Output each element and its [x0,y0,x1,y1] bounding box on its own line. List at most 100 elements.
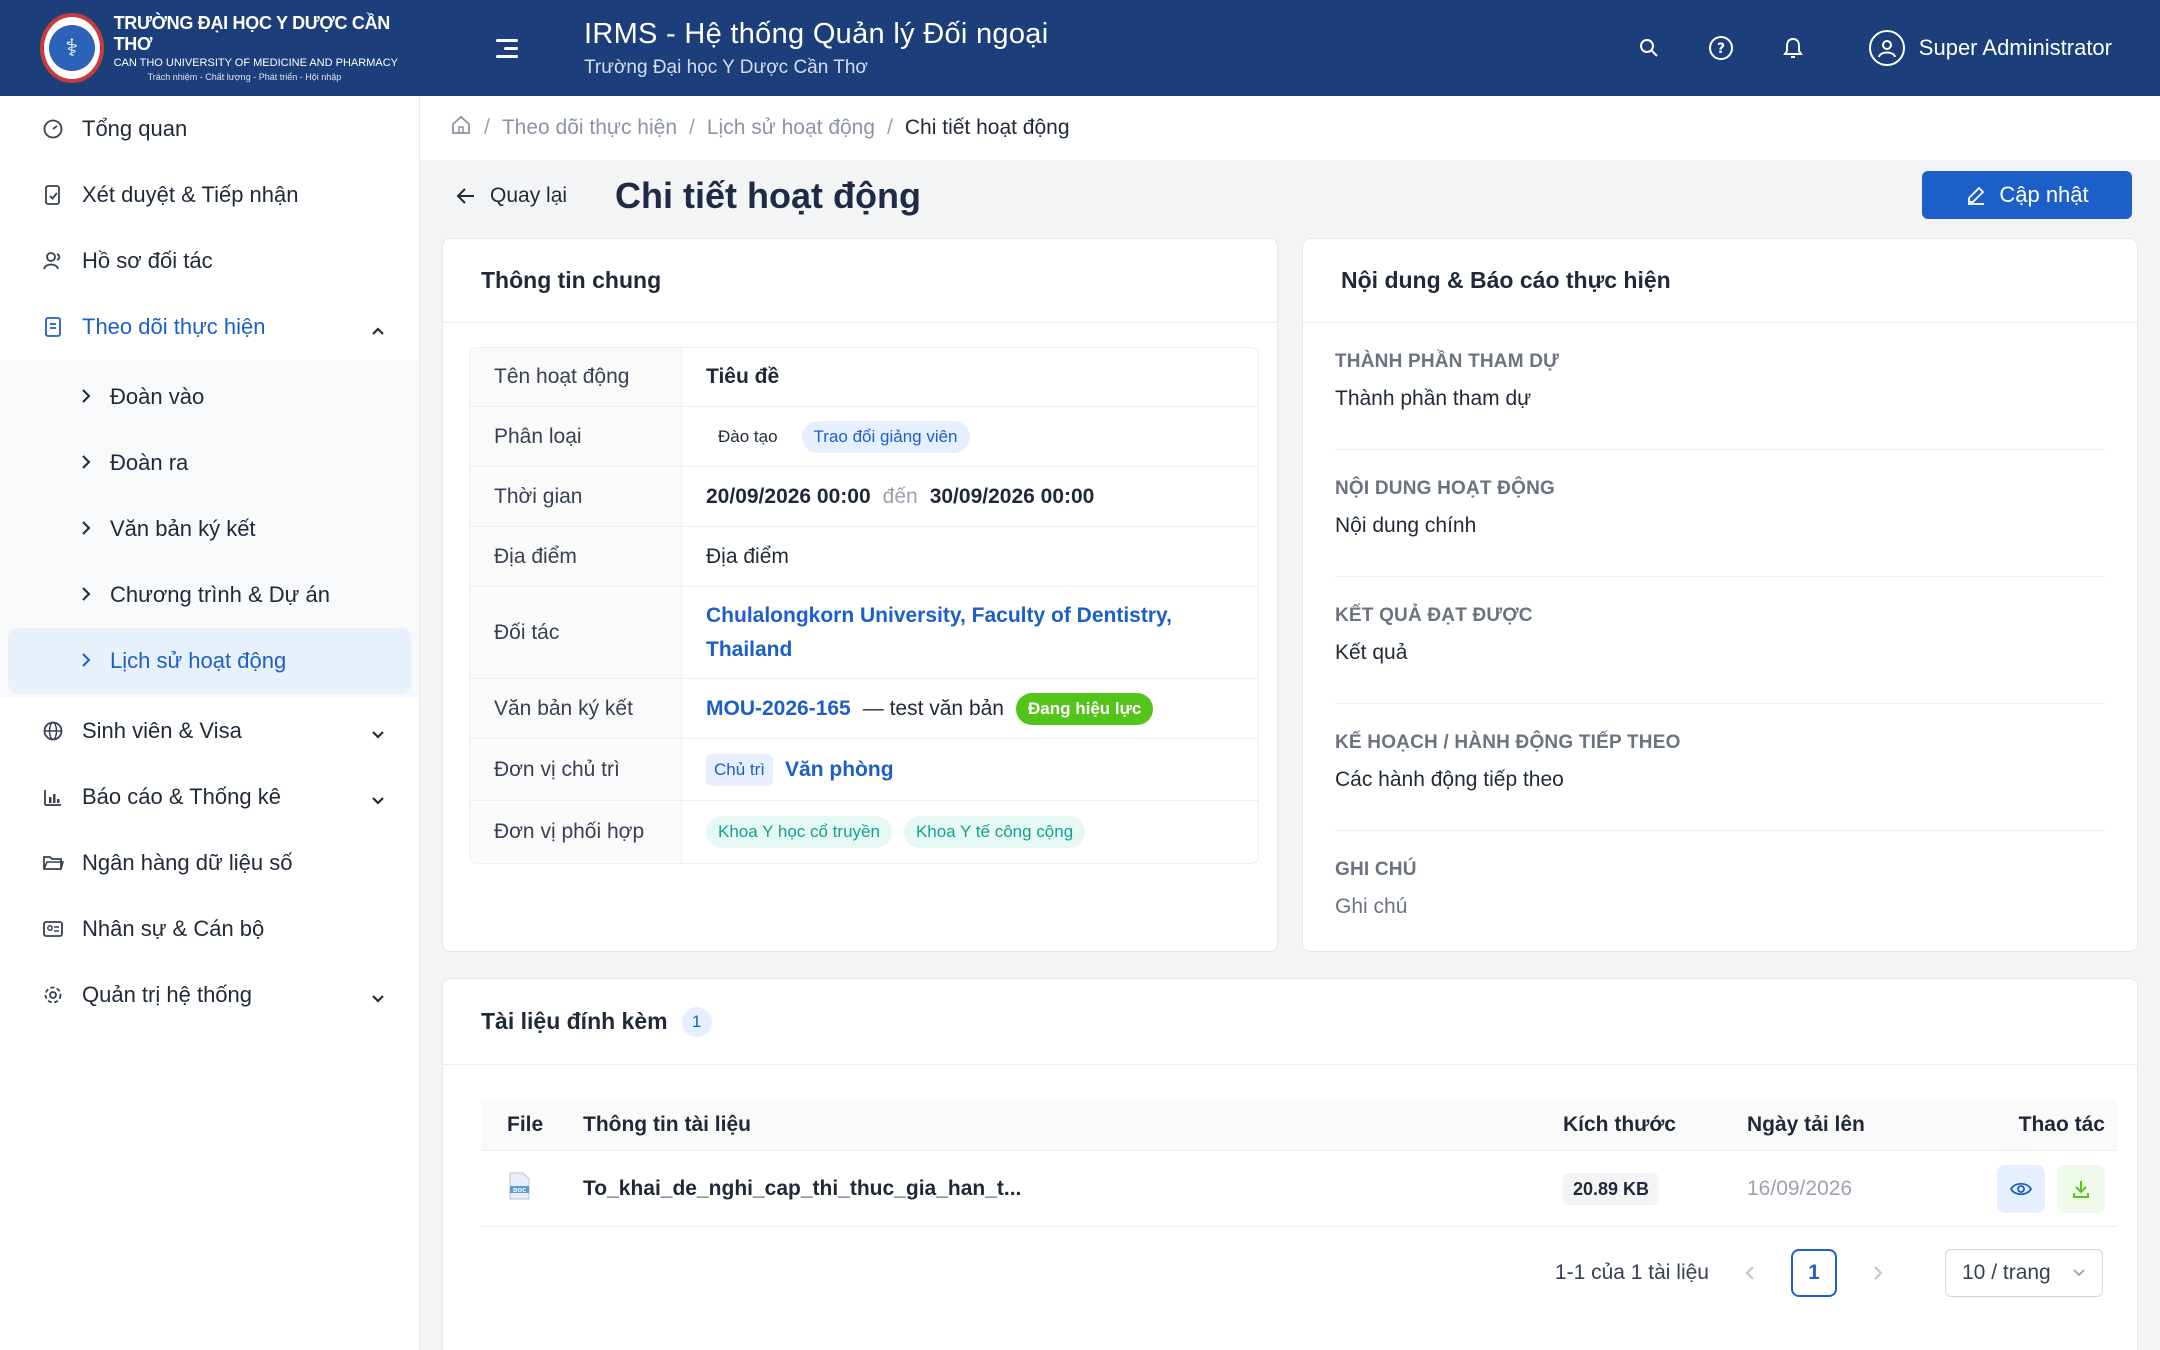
table-row: DOC To_khai_de_nghi_cap_thi_thuc_gia_han… [481,1151,2117,1227]
sidebar-item-system-admin[interactable]: Quản trị hệ thống [0,962,419,1028]
sidebar-subitem-label: Lịch sử hoạt động [110,648,287,673]
label-partner: Đối tác [470,587,682,678]
section-value: Các hành động tiếp theo [1335,768,1564,791]
file-size: 20.89 KB [1563,1172,1660,1205]
label-agreement: Văn bản ký kết [470,679,682,738]
main-content: / Theo dõi thực hiện / Lịch sử hoạt động… [420,96,2160,1350]
activity-name: Tiêu đề [706,365,780,388]
page-size-value: 10 / trang [1962,1261,2051,1284]
sidebar-item-students-visa[interactable]: Sinh viên & Visa [0,698,419,764]
host-unit-name[interactable]: Văn phòng [785,758,894,782]
time-end: 30/09/2026 00:00 [929,484,1095,508]
report-card: Nội dung & Báo cáo thực hiện THÀNH PHẦN … [1302,238,2138,952]
page-number-button[interactable]: 1 [1791,1249,1837,1297]
attachments-table: File Thông tin tài liệu Kích thước Ngày … [481,1099,2117,1227]
category-tag: Trao đổi giảng viên [801,420,970,453]
section-label: NỘI DUNG HOẠT ĐỘNG [1335,478,1555,499]
update-button[interactable]: Cập nhật [1922,171,2132,219]
column-header-actions: Thao tác [2018,1112,2105,1136]
sidebar-item-label: Theo dõi thực hiện [82,314,266,339]
chevron-right-icon [80,384,92,410]
column-header-upload-date: Ngày tải lên [1747,1112,1865,1136]
sidebar-item-review[interactable]: Xét duyệt & Tiếp nhận [0,162,419,228]
page-size-select[interactable]: 10 / trang [1945,1249,2103,1297]
agreement-description: — test văn bản [862,696,1004,720]
sidebar-item-partners[interactable]: Hồ sơ đối tác [0,228,419,294]
sidebar-item-label: Quản trị hệ thống [82,982,253,1007]
report-section-next-steps: KẾ HOẠCH / HÀNH ĐỘNG TIẾP THEO Các hành … [1335,704,2105,831]
section-value: Kết quả [1335,641,1408,664]
sidebar-item-tracking[interactable]: Theo dõi thực hiện [0,294,419,360]
category-tag: Đào tạo [706,420,790,453]
university-seal-icon: ⚕ [40,13,104,83]
label-time: Thời gian [470,467,682,526]
home-icon[interactable] [450,114,472,142]
location-value: Địa điểm [706,544,789,568]
users-icon [40,248,66,274]
attachments-title: Tài liệu đính kèm [481,1008,668,1034]
view-file-button[interactable] [1997,1164,2045,1213]
sidebar-item-label: Ngân hàng dữ liệu số [82,850,293,875]
update-button-label: Cập nhật [1999,182,2089,207]
host-tag: Chủ trì [706,753,774,786]
arrow-left-icon [456,188,474,204]
coop-unit-tag: Khoa Y học cổ truyền [706,816,892,848]
prev-page-icon[interactable] [1727,1250,1773,1296]
menu-toggle-icon[interactable] [496,33,526,63]
sidebar-item-digital-data[interactable]: Ngân hàng dữ liệu số [0,830,419,896]
back-button-label: Quay lại [490,184,568,207]
bar-chart-icon [40,784,66,810]
next-page-icon[interactable] [1855,1250,1901,1296]
report-title: Nội dung & Báo cáo thực hiện [1303,239,2137,323]
label-host-unit: Đơn vị chủ trì [470,739,682,800]
globe-icon [40,718,66,744]
sidebar-subitem-label: Văn bản ký kết [110,516,256,541]
label-category: Phân loại [470,407,682,466]
sidebar-subitem-activity-history[interactable]: Lịch sử hoạt động [8,628,411,694]
sidebar-item-label: Báo cáo & Thống kê [82,784,281,809]
app-subtitle: Trường Đại học Y Dược Cần Thơ [584,56,868,78]
tracking-submenu: Đoàn vào Đoàn ra Văn bản ký kết Chương t… [0,360,419,698]
partner-link-country[interactable]: Thailand [706,633,792,667]
sidebar-item-label: Sinh viên & Visa [82,718,242,743]
sidebar-subitem-programs[interactable]: Chương trình & Dự án [0,562,419,628]
partner-link[interactable]: Chulalongkorn University, Faculty of Den… [706,599,1172,633]
breadcrumb: / Theo dõi thực hiện / Lịch sử hoạt động… [420,96,2160,160]
section-label: GHI CHÚ [1335,859,1417,880]
sidebar-subitem-inbound[interactable]: Đoàn vào [0,364,419,430]
sidebar-item-staff[interactable]: Nhân sự & Cán bộ [0,896,419,962]
sidebar-item-reports[interactable]: Báo cáo & Thống kê [0,764,419,830]
sidebar-subitem-agreements[interactable]: Văn bản ký kết [0,496,419,562]
pagination: 1-1 của 1 tài liệu 1 10 / trang [1555,1249,2103,1297]
help-icon[interactable]: ? [1701,28,1741,68]
logo-subtitle: CAN THO UNIVERSITY OF MEDICINE AND PHARM… [113,56,398,69]
search-icon[interactable] [1629,28,1669,68]
general-info-card: Thông tin chung Tên hoạt động Tiêu đề Ph… [442,238,1278,952]
coop-unit-tag: Khoa Y tế công cộng [903,816,1086,848]
notification-bell-icon[interactable] [1773,28,1813,68]
back-button[interactable]: Quay lại [456,184,567,208]
section-value: Nội dung chính [1335,514,1477,537]
university-logo[interactable]: ⚕ TRƯỜNG ĐẠI HỌC Y DƯỢC CẦN THƠ CAN THO … [40,13,400,83]
chevron-right-icon [80,648,92,674]
breadcrumb-current: Chi tiết hoạt động [904,116,1070,139]
sidebar-item-label: Xét duyệt & Tiếp nhận [82,182,299,207]
chevron-right-icon [80,516,92,542]
sidebar-subitem-outbound[interactable]: Đoàn ra [0,430,419,496]
sidebar-item-overview[interactable]: Tổng quan [0,96,419,162]
logo-title: TRƯỜNG ĐẠI HỌC Y DƯỢC CẦN THƠ [113,13,391,54]
logo-motto: Trách nhiệm - Chất lượng - Phát triển - … [147,72,342,83]
general-info-title: Thông tin chung [443,239,1277,323]
user-menu[interactable]: Super Administrator [1868,30,2112,66]
agreement-link[interactable]: MOU-2026-165 [706,697,851,721]
download-file-button[interactable] [2057,1164,2105,1213]
sidebar-item-label: Tổng quan [82,116,188,141]
chevron-up-icon [371,318,385,344]
doc-file-icon: DOC [481,1172,571,1206]
report-section-notes: GHI CHÚ Ghi chú [1335,831,2105,958]
breadcrumb-link-activity-history[interactable]: Lịch sử hoạt động [707,116,875,140]
breadcrumb-link-tracking[interactable]: Theo dõi thực hiện [502,116,677,140]
file-name[interactable]: To_khai_de_nghi_cap_thi_thuc_gia_han_t..… [571,1177,1551,1201]
time-start: 20/09/2026 00:00 [706,484,871,508]
chevron-down-icon [371,722,385,748]
